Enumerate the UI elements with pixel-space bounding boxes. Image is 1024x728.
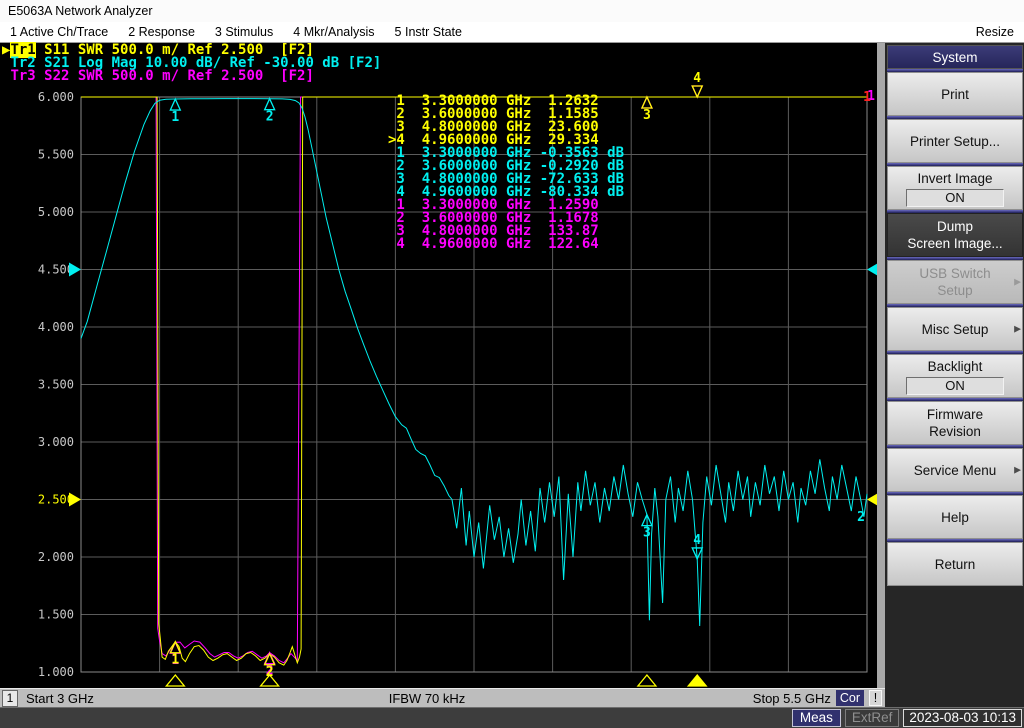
softkey-label: Backlight bbox=[927, 358, 983, 374]
softkey-label: USB Switch bbox=[919, 266, 991, 281]
status-bar: 1 Start 3 GHz IFBW 70 kHz Stop 5.5 GHz C… bbox=[0, 688, 885, 707]
menu-item-response[interactable]: 2 Response bbox=[128, 25, 195, 39]
instrument-screen: 6.000 5.500 5.000 4.500 4.000 3.500 3.000 2.500… bbox=[0, 42, 1024, 707]
right-edge-trace-label: 2 bbox=[857, 510, 865, 525]
stimulus-marker-icon[interactable] bbox=[164, 673, 186, 687]
softkey-label: System bbox=[932, 49, 978, 65]
softkey-label: Return bbox=[934, 556, 976, 572]
datetime-display: 2023-08-03 10:13 bbox=[903, 709, 1022, 727]
menubar: 1 Active Ch/Trace 2 Response 3 Stimulus … bbox=[0, 22, 1024, 43]
menu-item-instr-state[interactable]: 5 Instr State bbox=[395, 25, 462, 39]
start-frequency[interactable]: Start 3 GHz bbox=[26, 691, 94, 706]
marker-1-triangle-icon[interactable] bbox=[169, 97, 182, 111]
softkey-label: Service Menu bbox=[913, 462, 997, 478]
softkey-printer-setup[interactable]: Printer Setup... bbox=[887, 119, 1023, 163]
stimulus-marker-icon[interactable] bbox=[686, 673, 708, 687]
correction-badge: Cor bbox=[835, 690, 864, 706]
marker-3-triangle-icon[interactable] bbox=[640, 95, 653, 109]
y-axis-tick: 1.000 bbox=[38, 665, 74, 679]
marker-4-label: 4 bbox=[693, 71, 701, 86]
softkey-label: Revision bbox=[929, 424, 981, 439]
submenu-arrow-icon: ▶ bbox=[1014, 464, 1021, 475]
channel-indicator: 1 bbox=[2, 689, 18, 707]
softkey-label: Screen Image... bbox=[907, 236, 1003, 251]
softkey-firmware-revision[interactable]: Firmware Revision bbox=[887, 401, 1023, 445]
marker-1-label: 1 bbox=[171, 653, 179, 668]
softkey-service-menu[interactable]: Service Menu ▶ bbox=[887, 448, 1023, 492]
softkey-usb-switch-setup[interactable]: USB Switch Setup ▶ bbox=[887, 260, 1023, 304]
softkey-invert-image[interactable]: Invert Image ON bbox=[887, 166, 1023, 210]
submenu-arrow-icon: ▶ bbox=[1014, 323, 1021, 334]
trace-name: Tr3 bbox=[10, 68, 36, 84]
alert-badge: ! bbox=[869, 690, 882, 706]
softkey-dump-screen-image[interactable]: Dump Screen Image... bbox=[887, 213, 1023, 257]
meas-status-badge: Meas bbox=[791, 709, 841, 727]
ref-level-arrow-left-icon bbox=[69, 262, 81, 277]
stimulus-marker-icon[interactable] bbox=[636, 673, 658, 687]
softkey-label: Print bbox=[941, 86, 969, 102]
y-axis-tick: 2.000 bbox=[38, 550, 74, 564]
softkey-label: Dump bbox=[936, 219, 973, 234]
softkey-sidebar: System Print Printer Setup... Invert Image O… bbox=[885, 43, 1024, 707]
softkey-backlight[interactable]: Backlight ON bbox=[887, 354, 1023, 398]
marker-readout-row: 4 4.9600000 GHz 122.64 bbox=[388, 236, 599, 252]
softkey-toggle-state: ON bbox=[906, 376, 1004, 395]
marker-4-triangle-icon[interactable] bbox=[691, 85, 704, 99]
y-axis-tick: 4.500 bbox=[38, 263, 74, 277]
softkey-misc-setup[interactable]: Misc Setup ▶ bbox=[887, 307, 1023, 351]
menu-item-stimulus[interactable]: 3 Stimulus bbox=[215, 25, 273, 39]
softkey-toggle-state: ON bbox=[906, 188, 1004, 207]
trace-legend: ▶Tr1 S11 SWR 500.0 m/ Ref 2.500 [F2] Tr2… bbox=[2, 42, 381, 84]
y-axis-tick: 3.500 bbox=[38, 378, 74, 392]
softkey-print[interactable]: Print bbox=[887, 72, 1023, 116]
channel-number-label: 1 bbox=[863, 90, 871, 105]
marker-2-label: 2 bbox=[266, 110, 274, 125]
marker-3-label: 3 bbox=[643, 108, 651, 123]
y-axis-tick: 6.000 bbox=[38, 90, 74, 104]
softkey-label: Firmware bbox=[926, 407, 984, 422]
stop-frequency[interactable]: Stop 5.5 GHz bbox=[753, 691, 831, 706]
window-title: E5063A Network Analyzer bbox=[0, 0, 1024, 22]
legend-line-tr3[interactable]: Tr3 S22 SWR 500.0 m/ Ref 2.500 [F2] bbox=[2, 68, 381, 84]
resize-control[interactable]: Resize bbox=[976, 25, 1014, 39]
y-axis-tick: 2.500 bbox=[38, 493, 74, 507]
marker-4-triangle-icon[interactable] bbox=[691, 85, 704, 99]
app-window: E5063A Network Analyzer 1 Active Ch/Trac… bbox=[0, 0, 1024, 728]
softkey-help[interactable]: Help bbox=[887, 495, 1023, 539]
y-axis-tick: 5.500 bbox=[38, 148, 74, 162]
softkey-label: Invert Image bbox=[917, 170, 993, 186]
marker-4-label: 4 bbox=[693, 533, 701, 548]
submenu-arrow-icon: ▶ bbox=[1014, 276, 1021, 287]
marker-1-label: 1 bbox=[171, 110, 179, 125]
softkey-label: Misc Setup bbox=[921, 321, 989, 337]
ref-level-arrow-left-icon bbox=[69, 492, 81, 507]
ifbw-value[interactable]: IFBW 70 kHz bbox=[389, 691, 466, 706]
softkey-label: Setup bbox=[937, 283, 973, 298]
y-axis-tick: 1.500 bbox=[38, 608, 74, 622]
menu-item-active-ch-trace[interactable]: 1 Active Ch/Trace bbox=[10, 25, 108, 39]
y-axis-tick: 3.000 bbox=[38, 435, 74, 449]
marker-3-label: 3 bbox=[643, 526, 651, 541]
extref-status-badge: ExtRef bbox=[844, 709, 900, 727]
menu-item-mkr-analysis[interactable]: 4 Mkr/Analysis bbox=[293, 25, 374, 39]
y-axis-tick: 4.000 bbox=[38, 320, 74, 334]
marker-3-triangle-icon[interactable] bbox=[640, 95, 653, 109]
marker-2-triangle-icon[interactable] bbox=[263, 97, 276, 111]
y-axis-tick: 5.000 bbox=[38, 205, 74, 219]
softkey-system[interactable]: System bbox=[887, 45, 1023, 69]
marker-table: 1 3.3000000 GHz 1.2632 2 3.6000000 GHz 1… bbox=[388, 94, 624, 252]
softkey-label: Printer Setup... bbox=[909, 133, 1001, 149]
bottom-bar: Meas ExtRef 2023-08-03 10:13 bbox=[0, 707, 1024, 728]
softkey-label: Help bbox=[941, 509, 969, 525]
status-right-group: Stop 5.5 GHz Cor ! bbox=[753, 690, 882, 706]
trace-settings-text: S22 SWR 500.0 m/ Ref 2.500 [F2] bbox=[35, 68, 314, 84]
display-area: 6.000 5.500 5.000 4.500 4.000 3.500 3.000 2.500… bbox=[0, 42, 885, 707]
softkey-return[interactable]: Return bbox=[887, 542, 1023, 586]
display-sidebar-divider bbox=[877, 43, 885, 688]
